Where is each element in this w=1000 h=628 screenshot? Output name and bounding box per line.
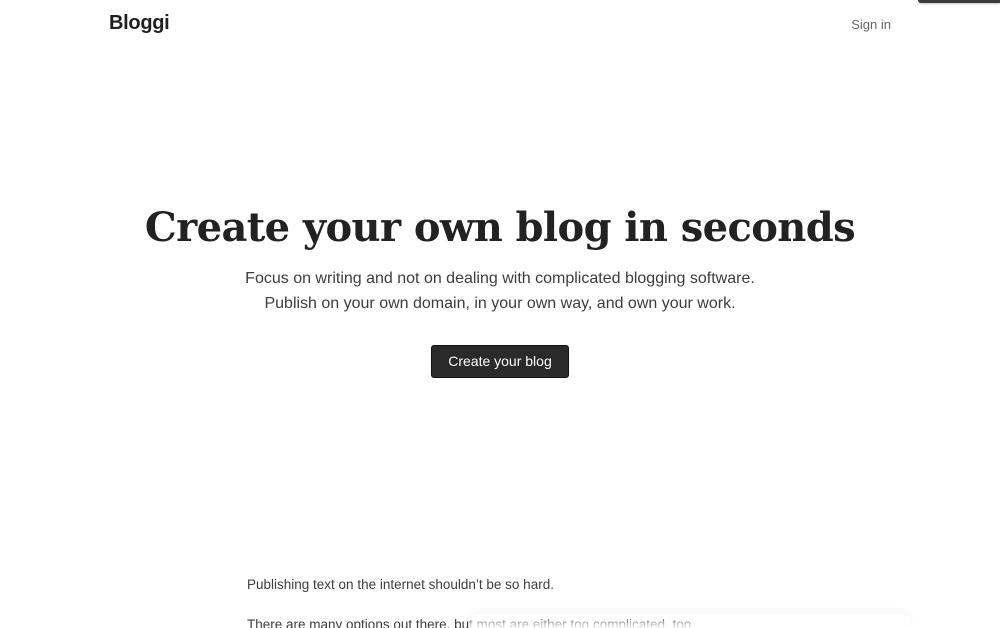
hero-subtitle-line-1: Focus on writing and not on dealing with… [245,270,755,287]
bottom-fade-overlay [470,614,910,628]
site-logo[interactable]: Bloggi [109,12,170,35]
hero-subtitle: Focus on writing and not on dealing with… [0,266,1000,316]
hero-title: Create your own blog in seconds [144,204,856,251]
hero-section: Create your own blog in seconds Focus on… [0,200,1000,378]
hero-subtitle-line-2: Publish on your own domain, in your own … [264,295,736,312]
create-blog-button[interactable]: Create your blog [431,345,569,378]
site-header: Bloggi Sign in [0,0,1000,50]
intro-paragraph-1: Publishing text on the internet shouldn’… [247,577,554,592]
sign-in-link[interactable]: Sign in [851,17,891,32]
